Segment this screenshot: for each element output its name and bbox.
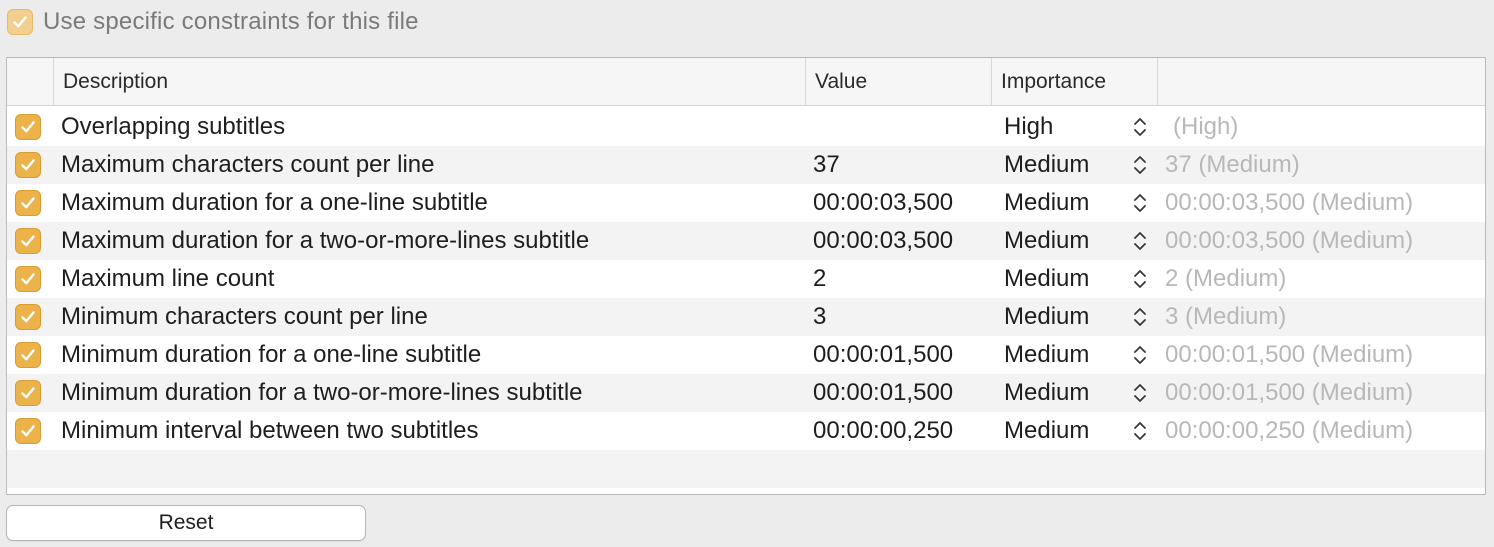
use-specific-constraints-label: Use specific constraints for this file [43,8,419,35]
row-value[interactable]: 00:00:00,250 [813,412,953,450]
row-value[interactable]: 00:00:01,500 [813,336,953,374]
row-enabled-checkbox[interactable] [15,228,41,254]
row-default-value: 00:00:03,500 (Medium) [1165,227,1414,254]
row-value[interactable]: 2 [813,260,826,298]
column-header-default [1157,58,1485,105]
row-default-value: 37 (Medium) [1165,151,1300,178]
table-row[interactable]: Maximum duration for a two-or-more-lines… [7,222,1485,260]
up-down-chevron-icon[interactable] [1131,304,1149,330]
constraints-table: Description Value Importance Overlapping… [6,57,1486,495]
row-description: Minimum characters count per line [61,303,428,330]
row-value[interactable]: 3 [813,298,826,336]
up-down-chevron-icon[interactable] [1131,152,1149,178]
row-enabled-checkbox[interactable] [15,418,41,444]
table-row[interactable]: Maximum duration for a one-line subtitle… [7,184,1485,222]
row-default-value: 00:00:01,500 (Medium) [1165,341,1414,368]
row-enabled-checkbox[interactable] [15,266,41,292]
row-value[interactable]: 00:00:03,500 [813,184,953,222]
row-enabled-checkbox[interactable] [15,114,41,140]
row-importance-select[interactable]: Medium [1004,184,1089,222]
row-description: Maximum duration for a two-or-more-lines… [61,227,590,254]
row-importance-select[interactable]: High [1004,108,1053,146]
reset-button[interactable]: Reset [6,505,366,541]
row-description: Overlapping subtitles [61,113,286,140]
table-row[interactable]: Minimum duration for a two-or-more-lines… [7,374,1485,412]
row-enabled-checkbox[interactable] [15,342,41,368]
row-importance-select[interactable]: Medium [1004,260,1089,298]
up-down-chevron-icon[interactable] [1131,190,1149,216]
row-default-value: 00:00:00,250 (Medium) [1165,417,1414,444]
row-description: Minimum duration for a two-or-more-lines… [61,379,583,406]
table-row[interactable]: Maximum characters count per line 37 Mediu… [7,146,1485,184]
row-description: Minimum duration for a one-line subtitle [61,341,482,368]
row-importance-select[interactable]: Medium [1004,222,1089,260]
column-header-description[interactable]: Description [53,58,805,105]
up-down-chevron-icon[interactable] [1131,266,1149,292]
row-default-value: (High) [1173,113,1239,140]
column-header-enabled[interactable] [7,58,53,105]
up-down-chevron-icon[interactable] [1131,342,1149,368]
row-importance-select[interactable]: Medium [1004,146,1089,184]
table-row[interactable]: Overlapping subtitles High (High) [7,108,1485,146]
empty-table-row [7,450,1485,488]
table-row[interactable]: Minimum duration for a one-line subtitle… [7,336,1485,374]
empty-table-row [7,488,1485,494]
up-down-chevron-icon[interactable] [1131,418,1149,444]
row-enabled-checkbox[interactable] [15,190,41,216]
row-default-value: 3 (Medium) [1165,303,1287,330]
row-description: Maximum line count [61,265,275,292]
row-description: Maximum duration for a one-line subtitle [61,189,488,216]
row-enabled-checkbox[interactable] [15,380,41,406]
row-importance-select[interactable]: Medium [1004,336,1089,374]
row-importance-select[interactable]: Medium [1004,412,1089,450]
row-description: Minimum interval between two subtitles [61,417,479,444]
row-default-value: 2 (Medium) [1165,265,1287,292]
up-down-chevron-icon[interactable] [1131,228,1149,254]
row-enabled-checkbox[interactable] [15,304,41,330]
row-value[interactable]: 00:00:01,500 [813,374,953,412]
row-value[interactable]: 37 [813,146,840,184]
row-description: Maximum characters count per line [61,151,435,178]
table-row[interactable]: Maximum line count 2 Medium 2 (Medium) [7,260,1485,298]
row-default-value: 00:00:01,500 (Medium) [1165,379,1414,406]
row-importance-select[interactable]: Medium [1004,374,1089,412]
table-body: Overlapping subtitles High (High) Maximum c… [7,108,1485,494]
table-row[interactable]: Minimum characters count per line 3 Medium… [7,298,1485,336]
column-header-importance[interactable]: Importance [991,58,1157,105]
row-default-value: 00:00:03,500 (Medium) [1165,189,1414,216]
table-header: Description Value Importance [7,58,1485,106]
column-header-value[interactable]: Value [805,58,991,105]
up-down-chevron-icon[interactable] [1131,380,1149,406]
up-down-chevron-icon[interactable] [1131,114,1149,140]
table-row[interactable]: Minimum interval between two subtitles 00… [7,412,1485,450]
use-specific-constraints-checkbox[interactable]: Use specific constraints for this file [7,8,419,36]
row-enabled-checkbox[interactable] [15,152,41,178]
row-importance-select[interactable]: Medium [1004,298,1089,336]
checkmark-icon[interactable] [7,9,33,35]
row-value[interactable]: 00:00:03,500 [813,222,953,260]
